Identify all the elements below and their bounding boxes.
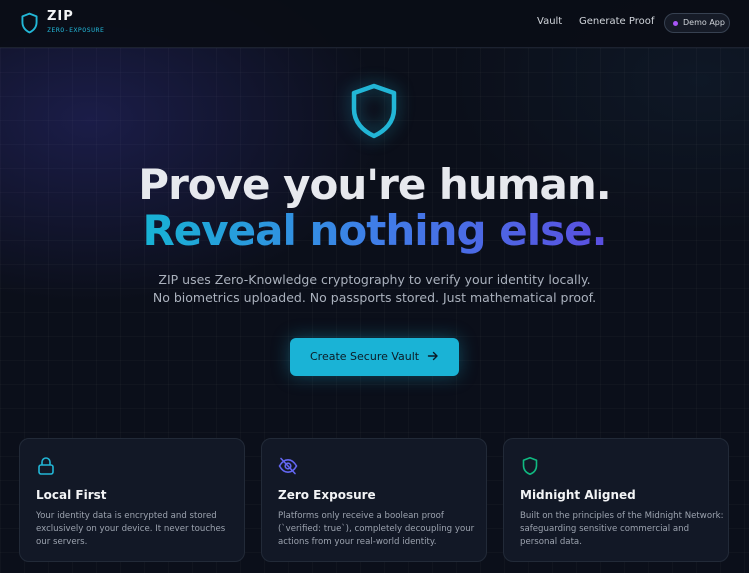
hero-title-line1: Prove you're human.	[138, 160, 611, 209]
create-secure-vault-button[interactable]: Create Secure Vault	[290, 338, 459, 376]
app-title: ZIP	[47, 9, 74, 24]
lock-icon	[38, 457, 54, 475]
top-nav-bar: ZIP ZERO-EXPOSURE Vault Generate Proof D…	[0, 0, 749, 48]
status-dot-icon	[673, 21, 678, 26]
feature-description: Your identity data is encrypted and stor…	[36, 511, 226, 547]
arrow-right-icon	[427, 351, 438, 361]
feature-title: Local First	[36, 488, 107, 502]
hero-description-line2: No biometrics uploaded. No passports sto…	[152, 290, 597, 305]
feature-card-zero-exposure: Zero Exposure Platforms only receive a b…	[261, 438, 487, 562]
shield-icon	[522, 457, 538, 476]
hero-title-line2: Reveal nothing else.	[0, 206, 749, 255]
shield-icon	[351, 83, 397, 139]
demo-app-badge: Demo App	[664, 13, 730, 33]
hero-title-gradient-text: Reveal nothing else.	[142, 206, 607, 255]
nav-link-vault[interactable]: Vault	[537, 16, 562, 27]
demo-app-label: Demo App	[683, 18, 725, 27]
nav-link-generate-proof[interactable]: Generate Proof	[579, 16, 654, 27]
feature-description: Platforms only receive a boolean proof (…	[278, 511, 475, 547]
hero-description-line1: ZIP uses Zero-Knowledge cryptography to …	[158, 272, 591, 287]
create-secure-vault-label: Create Secure Vault	[310, 350, 420, 363]
feature-title: Zero Exposure	[278, 488, 376, 502]
app-subtitle: ZERO-EXPOSURE	[47, 26, 105, 34]
shield-icon	[21, 12, 38, 34]
feature-card-local-first: Local First Your identity data is encryp…	[19, 438, 245, 562]
feature-description: Built on the principles of the Midnight …	[520, 511, 724, 547]
eye-off-icon	[278, 457, 298, 475]
feature-card-midnight-aligned: Midnight Aligned Built on the principles…	[503, 438, 729, 562]
feature-title: Midnight Aligned	[520, 488, 636, 502]
